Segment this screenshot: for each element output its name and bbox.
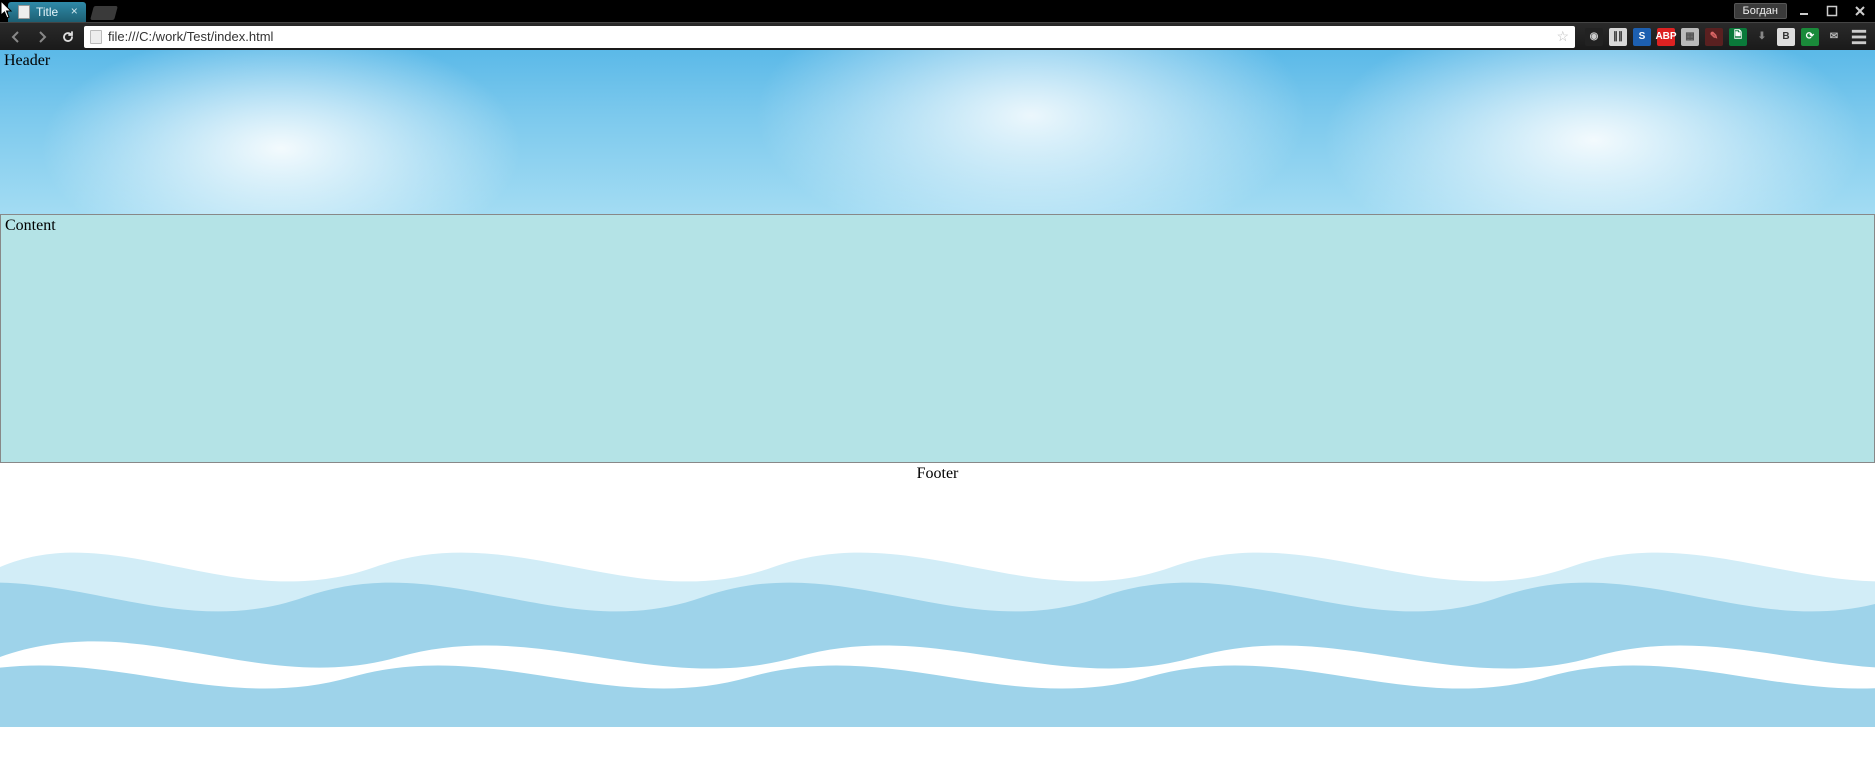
- close-tab-icon[interactable]: ×: [68, 5, 80, 17]
- waves-decoration: [0, 507, 1875, 727]
- ext-pixel-icon[interactable]: ▦: [1681, 28, 1699, 46]
- address-bar[interactable]: ☆: [84, 26, 1575, 48]
- header-text: Header: [4, 52, 50, 69]
- page-header-section: Header: [0, 50, 1875, 214]
- ext-new-icon[interactable]: ⟳: [1801, 28, 1819, 46]
- page-content-section: Content: [0, 214, 1875, 463]
- reload-button[interactable]: [58, 27, 78, 47]
- ext-doc-icon[interactable]: 🗎: [1729, 28, 1747, 46]
- new-tab-button[interactable]: [90, 6, 118, 20]
- content-text: Content: [5, 217, 56, 234]
- maximize-button[interactable]: [1821, 3, 1843, 19]
- page-icon: [18, 5, 30, 19]
- ext-download-icon[interactable]: ⬇: [1753, 28, 1771, 46]
- file-icon: [90, 30, 102, 44]
- titlebar: Title × Богдан: [0, 0, 1875, 22]
- footer-text: Footer: [917, 465, 959, 482]
- ext-mail-icon[interactable]: ✉: [1825, 28, 1843, 46]
- ext-s-icon[interactable]: S: [1633, 28, 1651, 46]
- ext-b-icon[interactable]: B: [1777, 28, 1795, 46]
- extensions-region: ◉ ∥∥ S ABP ▦ ✎ 🗎 ⬇ B ⟳ ✉: [1581, 28, 1843, 46]
- ext-abp-icon[interactable]: ABP: [1657, 28, 1675, 46]
- titlebar-spacer: [116, 0, 1733, 22]
- url-input[interactable]: [108, 29, 1550, 44]
- tab-title: Title: [36, 5, 58, 19]
- bookmark-star-icon[interactable]: ☆: [1556, 28, 1569, 45]
- titlebar-right: Богдан: [1734, 0, 1875, 22]
- close-window-button[interactable]: [1849, 3, 1871, 19]
- forward-button[interactable]: [32, 27, 52, 47]
- minimize-button[interactable]: [1793, 3, 1815, 19]
- ext-barcode-icon[interactable]: ∥∥: [1609, 28, 1627, 46]
- tabs-region: Title ×: [0, 0, 116, 22]
- ext-power-icon[interactable]: ◉: [1585, 28, 1603, 46]
- ext-brush-icon[interactable]: ✎: [1705, 28, 1723, 46]
- user-badge[interactable]: Богдан: [1734, 3, 1787, 19]
- toolbar: ☆ ◉ ∥∥ S ABP ▦ ✎ 🗎 ⬇ B ⟳ ✉: [0, 22, 1875, 50]
- back-button[interactable]: [6, 27, 26, 47]
- browser-tab[interactable]: Title ×: [8, 2, 86, 22]
- chrome-menu-button[interactable]: [1849, 27, 1869, 47]
- page-footer-section: Footer: [0, 463, 1875, 763]
- page-viewport: Header Content Footer: [0, 50, 1875, 764]
